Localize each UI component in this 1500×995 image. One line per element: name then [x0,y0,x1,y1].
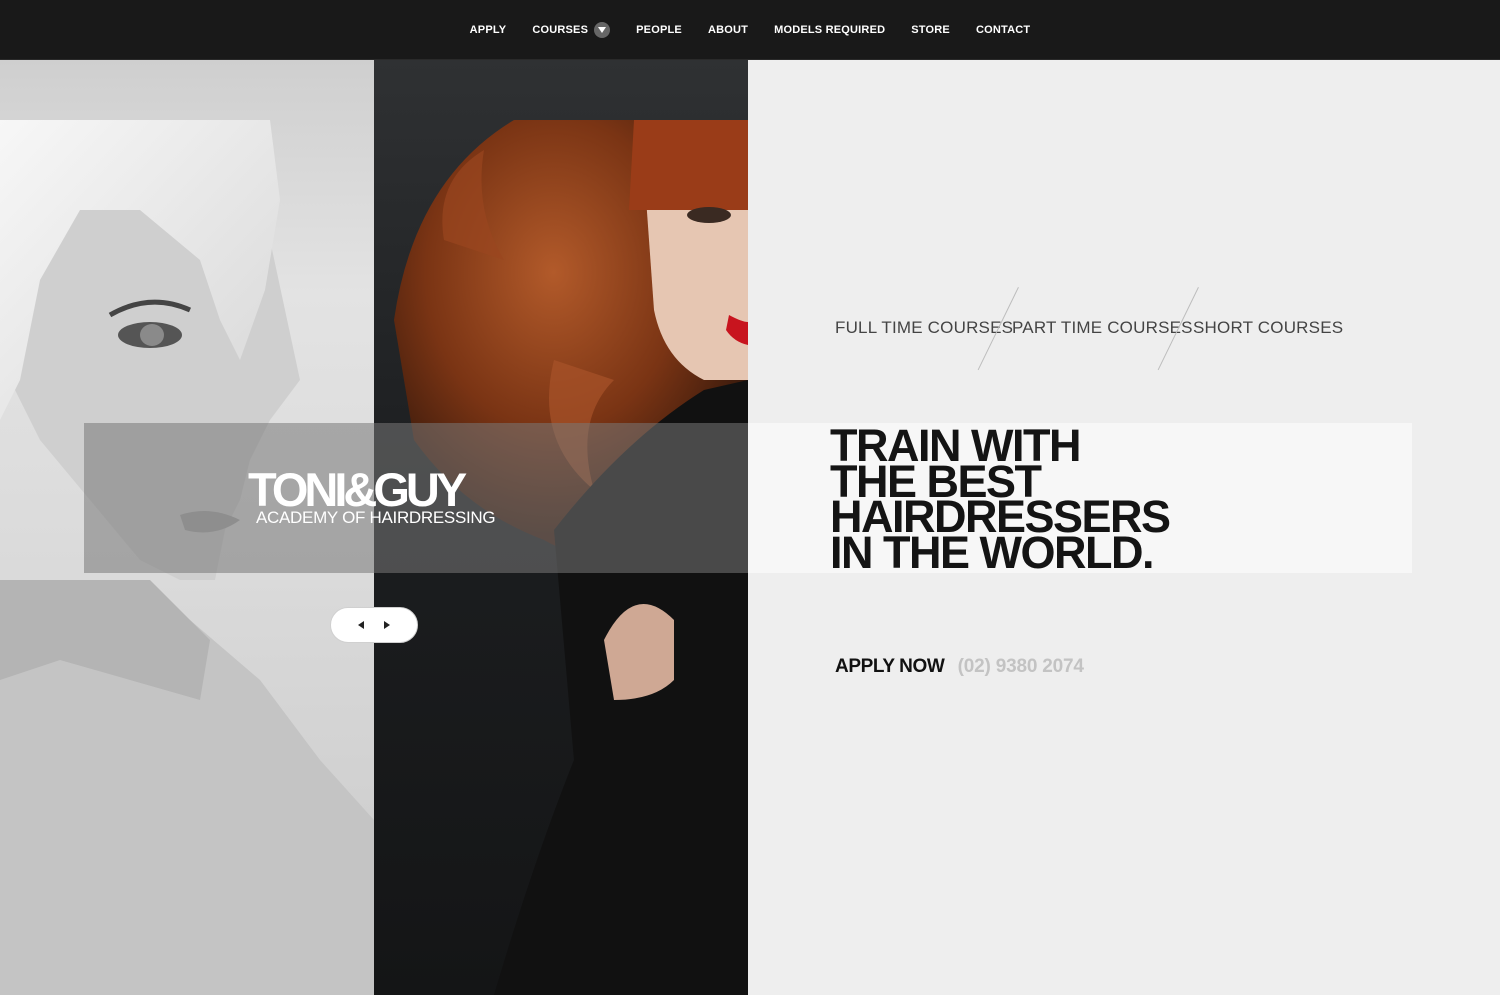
nav-apply-label: APPLY [469,24,507,36]
nav-people[interactable]: PEOPLE [636,21,682,39]
hero-headline: TRAIN WITH THE BEST HAIRDRESSERS IN THE … [830,423,1171,578]
chevron-right-icon[interactable] [381,619,393,631]
nav-about[interactable]: ABOUT [708,21,748,39]
nav-apply[interactable]: APPLY [470,21,507,39]
nav-store[interactable]: STORE [911,21,950,39]
nav-models-required[interactable]: MODELS REQUIRED [774,21,885,39]
nav-store-label: STORE [911,24,950,36]
chevron-left-icon[interactable] [355,619,367,631]
main-nav: APPLY COURSES PEOPLE ABOUT MODELS REQUIR… [0,21,1500,39]
nav-courses-label: COURSES [532,24,589,36]
apply-cta-row: APPLY NOW (02) 9380 2074 [835,656,1084,678]
part-time-courses-link[interactable]: PART TIME COURSES [1012,318,1193,338]
nav-models-required-label: MODELS REQUIRED [774,24,886,36]
short-courses-link[interactable]: SHORT COURSES [1193,318,1343,338]
headline-line: IN THE WORLD. [830,526,1154,578]
nav-courses[interactable]: COURSES [532,21,611,39]
nav-about-label: ABOUT [707,24,749,36]
nav-people-label: PEOPLE [636,24,682,36]
nav-contact[interactable]: CONTACT [976,21,1030,39]
full-time-courses-link[interactable]: FULL TIME COURSES [835,318,1013,338]
top-navigation-bar: APPLY COURSES PEOPLE ABOUT MODELS REQUIR… [0,0,1500,60]
phone-number[interactable]: (02) 9380 2074 [958,656,1084,677]
apply-now-link[interactable]: APPLY NOW [835,656,945,677]
brand-logo-subtitle: ACADEMY OF HAIRDRESSING [256,508,496,527]
chevron-down-icon[interactable] [594,22,611,38]
nav-contact-label: CONTACT [975,24,1031,36]
slider-controls [330,607,418,643]
